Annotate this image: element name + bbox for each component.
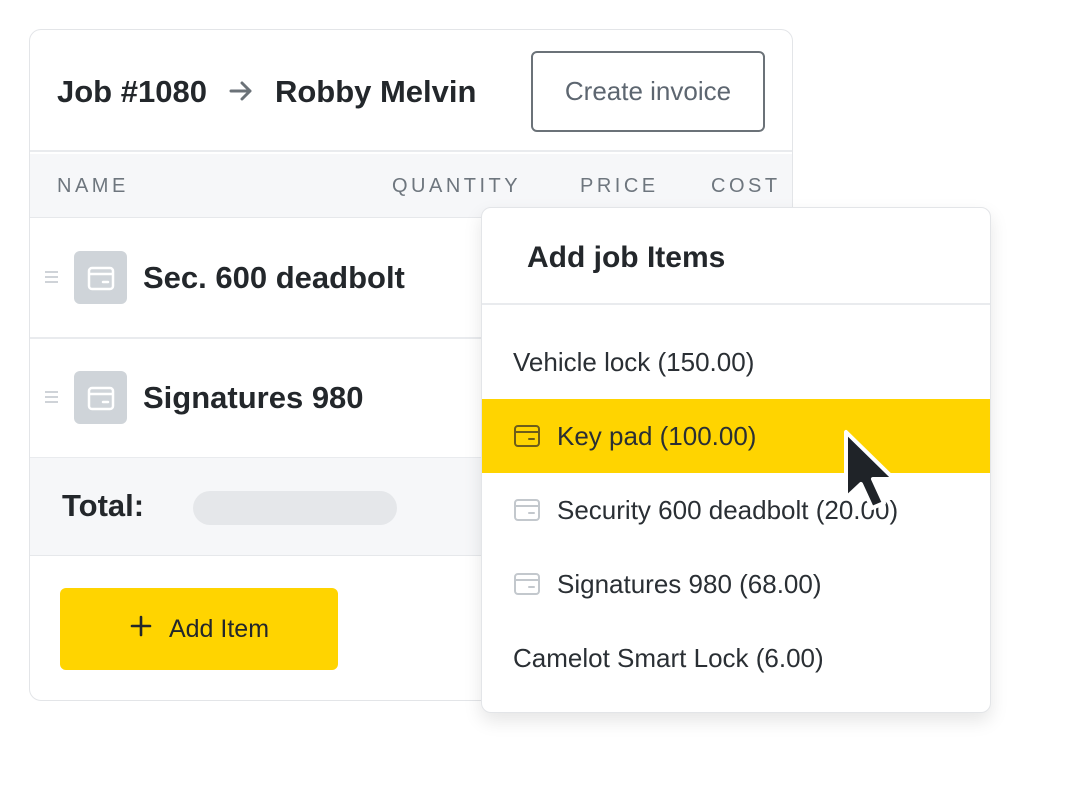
dropdown-item[interactable]: Security 600 deadbolt (20.00) xyxy=(482,473,990,547)
add-job-items-dropdown: Add job Items Vehicle lock (150.00) Key … xyxy=(481,207,991,713)
customer-name: Robby Melvin xyxy=(274,74,477,109)
dropdown-item[interactable]: Vehicle lock (150.00) xyxy=(482,325,990,399)
dropdown-item[interactable]: Signatures 980 (68.00) xyxy=(482,547,990,621)
column-name: NAME xyxy=(57,175,129,197)
total-value-placeholder xyxy=(193,491,397,525)
job-header: Job #1080 Robby Melvin Create invoice xyxy=(30,30,792,152)
package-icon xyxy=(74,251,127,304)
package-icon xyxy=(512,421,542,451)
dropdown-item[interactable]: Key pad (100.00) xyxy=(482,399,990,473)
plus-icon xyxy=(129,614,153,645)
dropdown-item-label: Camelot Smart Lock (6.00) xyxy=(513,642,824,673)
package-icon xyxy=(512,495,542,525)
add-item-button[interactable]: Add Item xyxy=(60,588,338,670)
dropdown-title: Add job Items xyxy=(527,241,726,274)
divider xyxy=(482,303,990,305)
job-number: Job #1080 xyxy=(57,74,207,109)
drag-handle-icon[interactable] xyxy=(45,391,58,403)
dropdown-item-label: Key pad (100.00) xyxy=(557,420,757,451)
dropdown-item-label: Vehicle lock (150.00) xyxy=(513,346,755,377)
breadcrumb: Job #1080 Robby Melvin xyxy=(57,74,476,112)
row-item-name: Sec. 600 deadbolt xyxy=(143,260,405,295)
package-icon xyxy=(512,569,542,599)
column-price: PRICE xyxy=(580,175,659,197)
mouse-pointer-icon xyxy=(834,428,904,518)
dropdown-item-label: Signatures 980 (68.00) xyxy=(557,568,822,599)
drag-handle-icon[interactable] xyxy=(45,271,58,283)
total-label: Total: xyxy=(62,488,145,523)
arrow-right-icon xyxy=(229,73,253,109)
column-cost: COST xyxy=(711,175,781,197)
dropdown-item[interactable]: Camelot Smart Lock (6.00) xyxy=(482,621,990,695)
add-item-label: Add Item xyxy=(168,614,270,643)
column-quantity: QUANTITY xyxy=(392,175,522,197)
row-item-name: Signatures 980 xyxy=(143,380,364,415)
package-icon xyxy=(74,371,127,424)
create-invoice-button[interactable]: Create invoice xyxy=(531,51,765,132)
